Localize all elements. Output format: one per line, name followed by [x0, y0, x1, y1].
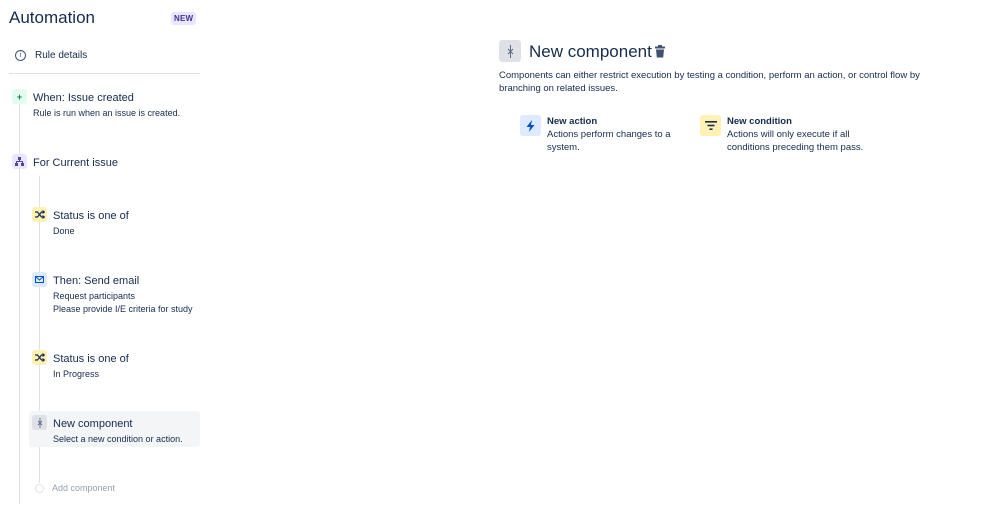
add-component-label: Add component [52, 483, 116, 493]
action-line: Please provide I/E criteria for study [53, 304, 193, 314]
app-title: Automation [9, 8, 95, 27]
shuffle-icon [32, 207, 47, 222]
branch-title: For Current issue [33, 157, 118, 169]
sidebar: Automation NEW i Rule details + When: Is… [0, 0, 210, 509]
rule-details-label: Rule details [35, 50, 88, 61]
page-title: New component [529, 42, 652, 61]
info-icon: i [15, 50, 26, 61]
option-title: New condition [727, 116, 792, 127]
component-icon [32, 415, 47, 430]
divider [9, 73, 200, 74]
branch-node[interactable]: For Current issue [12, 154, 202, 174]
condition-value: Done [53, 226, 75, 236]
filter-icon [700, 115, 721, 136]
new-component-node[interactable]: New component Select a new condition or … [32, 415, 200, 445]
condition-node[interactable]: Status is one of In Progress [32, 350, 202, 380]
rule-details-link[interactable]: i Rule details [13, 50, 87, 61]
new-component-title: New component [53, 418, 133, 430]
description: Components can either restrict execution… [499, 70, 920, 94]
trigger-subtitle: Rule is run when an issue is created. [33, 108, 181, 118]
condition-title: Status is one of [53, 353, 129, 365]
option-title: New action [547, 116, 598, 127]
plus-icon: + [12, 89, 27, 104]
condition-title: Status is one of [53, 210, 129, 222]
trigger-node[interactable]: + When: Issue created Rule is run when a… [12, 89, 202, 123]
action-line: Request participants [53, 291, 136, 301]
email-icon [32, 272, 47, 287]
trash-icon[interactable] [654, 45, 666, 58]
new-component-subtitle: Select a new condition or action. [53, 434, 183, 444]
branch-icon [12, 154, 27, 169]
option-description: Actions will only execute if all conditi… [727, 129, 864, 153]
condition-node[interactable]: Status is one of Done [32, 207, 202, 237]
shuffle-icon [32, 350, 47, 365]
new-badge: NEW [171, 12, 197, 25]
option-description: Actions perform changes to a system. [547, 129, 671, 153]
trigger-title: When: Issue created [33, 92, 134, 104]
action-title: Then: Send email [53, 275, 140, 287]
component-icon [499, 40, 521, 62]
action-node[interactable]: Then: Send email Request participants Pl… [32, 272, 202, 316]
lightning-icon [520, 115, 541, 136]
circle-icon [35, 484, 44, 493]
condition-value: In Progress [53, 369, 100, 379]
